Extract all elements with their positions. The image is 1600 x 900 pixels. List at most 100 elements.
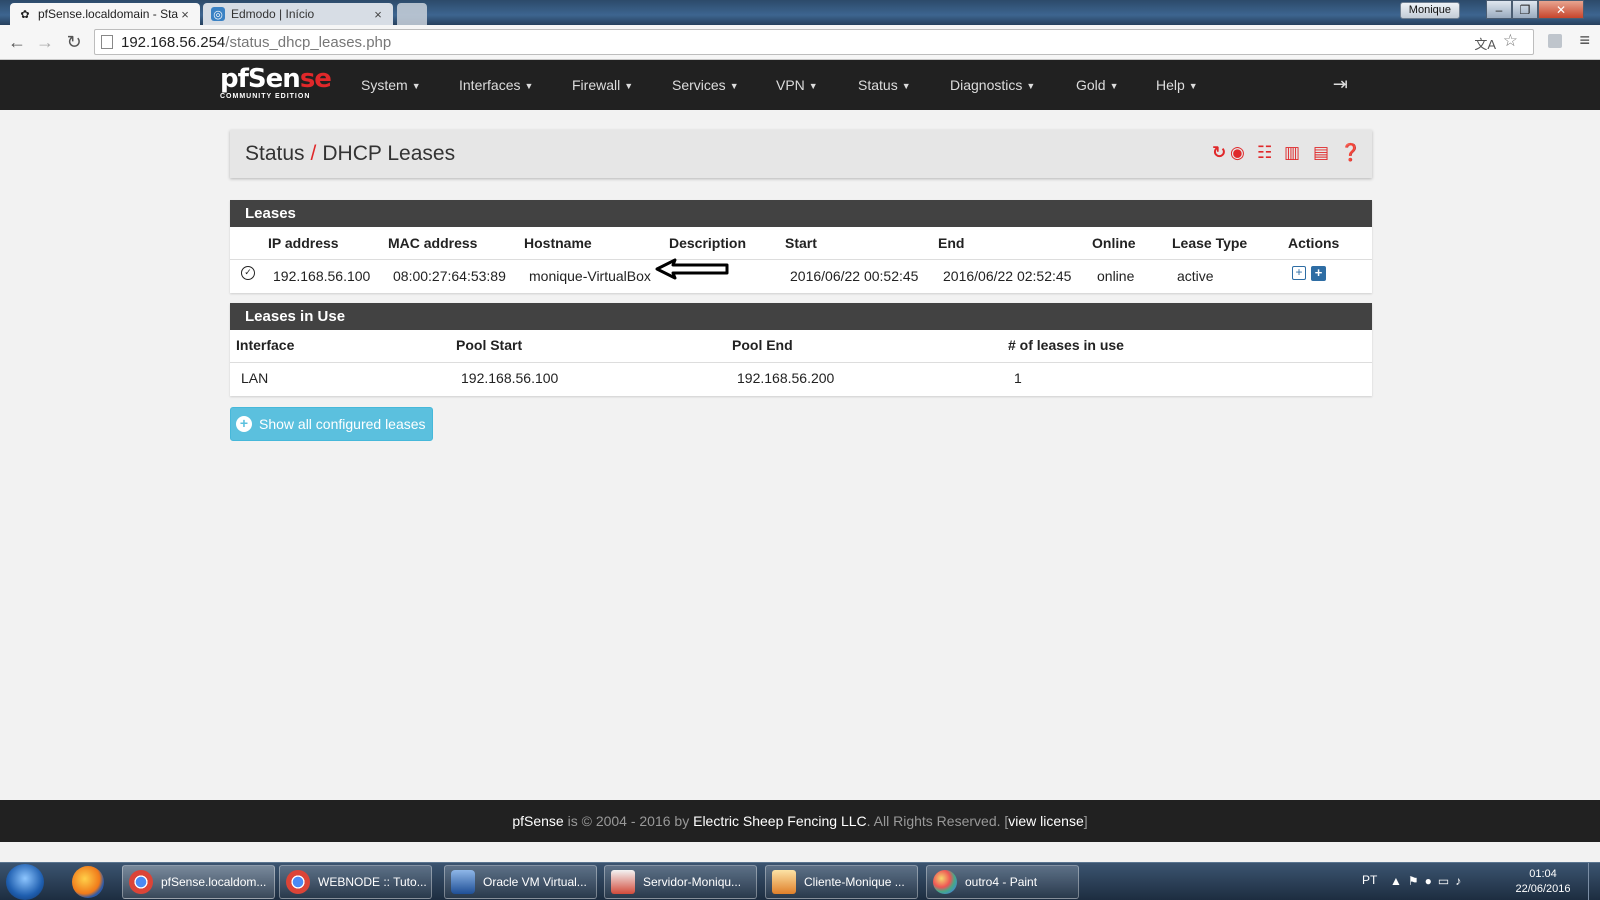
clock-date: 22/06/2016 <box>1515 883 1571 895</box>
chrome-icon <box>286 870 310 894</box>
menu-services[interactable]: Services ▼ <box>672 60 739 110</box>
volume-icon[interactable]: ♪ <box>1455 874 1467 888</box>
column-header-start[interactable]: Start <box>785 235 817 251</box>
column-header-description[interactable]: Description <box>669 235 746 251</box>
tray-expand-icon[interactable]: ▲ <box>1390 874 1408 888</box>
language-indicator[interactable]: PT <box>1362 873 1377 887</box>
column-header-lease-type[interactable]: Lease Type <box>1172 235 1247 251</box>
task-label: Servidor-Moniqu... <box>643 875 742 889</box>
browser-title-bar: ✿ pfSense.localdomain - Sta × ◎ Edmodo |… <box>0 0 1600 25</box>
task-paint[interactable]: outro4 - Paint <box>926 865 1079 899</box>
lease-hostname: monique-VirtualBox <box>529 268 651 284</box>
log-list-icon[interactable]: ▤ <box>1313 143 1329 163</box>
logout-icon[interactable]: ⇥ <box>1333 74 1348 95</box>
show-desktop-button[interactable] <box>1588 863 1600 900</box>
column-header-pool-start: Pool Start <box>456 337 523 353</box>
browser-tab-pfsense[interactable]: ✿ pfSense.localdomain - Sta × <box>10 3 200 25</box>
lease-mac: 08:00:27:64:53:89 <box>393 268 506 284</box>
column-header-mac[interactable]: MAC address <box>388 235 477 251</box>
close-window-icon[interactable]: ✕ <box>1538 0 1584 19</box>
show-all-leases-button[interactable]: + Show all configured leases <box>230 407 433 441</box>
window-user-badge[interactable]: Monique <box>1399 2 1460 19</box>
row-divider <box>230 259 1372 260</box>
task-webnode-chrome[interactable]: WEBNODE :: Tuto... <box>279 865 432 899</box>
paint-palette-icon <box>933 870 957 894</box>
maximize-icon[interactable]: ❐ <box>1512 0 1538 19</box>
menu-help[interactable]: Help ▼ <box>1156 60 1198 110</box>
network-icon[interactable]: ▭ <box>1438 874 1455 888</box>
pfsense-logo[interactable]: pfSense COMMUNITY EDITION <box>220 64 332 100</box>
browser-menu-icon[interactable]: ≡ <box>1579 30 1590 51</box>
tab-title: pfSense.localdomain - Sta <box>38 7 178 21</box>
minimize-icon[interactable]: – <box>1486 0 1512 19</box>
settings-sliders-icon[interactable]: ☷ <box>1257 143 1272 163</box>
column-header-hostname[interactable]: Hostname <box>524 235 592 251</box>
page-header: Status / DHCP Leases ↻ ◉ ☷ ▥ ▤ ❓ <box>230 130 1372 178</box>
logo-text-a: pfS <box>220 64 267 94</box>
menu-firewall[interactable]: Firewall ▼ <box>572 60 633 110</box>
footer-text: ] <box>1083 813 1088 829</box>
virtualbox-icon <box>451 870 475 894</box>
tray-app-icon[interactable]: ● <box>1425 874 1438 888</box>
menu-vpn[interactable]: VPN ▼ <box>776 60 818 110</box>
footer-company-link[interactable]: Electric Sheep Fencing LLC <box>693 813 867 829</box>
caret-down-icon: ▼ <box>524 81 534 91</box>
task-virtualbox[interactable]: Oracle VM Virtual... <box>444 865 597 899</box>
bookmark-star-icon[interactable]: ☆ <box>1503 31 1518 51</box>
column-header-actions: Actions <box>1288 235 1340 251</box>
column-header-online[interactable]: Online <box>1092 235 1136 251</box>
firefox-icon[interactable] <box>72 866 104 898</box>
lease-ip: 192.168.56.100 <box>273 268 371 284</box>
breadcrumb-current: DHCP Leases <box>322 142 456 165</box>
add-static-mapping-icon[interactable]: + <box>1292 266 1306 280</box>
task-label: Oracle VM Virtual... <box>483 875 587 889</box>
annotation-arrow-icon <box>655 258 729 280</box>
breadcrumb: Status / DHCP Leases <box>245 142 455 166</box>
view-license-link[interactable]: view license <box>1008 813 1083 829</box>
leases-panel: Leases IP address MAC address Hostname D… <box>230 200 1372 293</box>
menu-gold[interactable]: Gold ▼ <box>1076 60 1119 110</box>
caret-down-icon: ▼ <box>1109 81 1119 91</box>
panel-title: Leases <box>230 200 1372 227</box>
reload-service-icon[interactable]: ↻ <box>1212 143 1226 163</box>
translate-icon[interactable]: 文A <box>1474 34 1496 53</box>
menu-system[interactable]: System ▼ <box>361 60 421 110</box>
tab-close-icon[interactable]: × <box>371 7 385 22</box>
column-header-ip[interactable]: IP address <box>268 235 339 251</box>
new-tab-button[interactable] <box>397 3 427 25</box>
bar-chart-icon[interactable]: ▥ <box>1284 143 1300 163</box>
breadcrumb-parent[interactable]: Status <box>245 142 305 165</box>
caret-down-icon: ▼ <box>624 81 634 91</box>
task-cliente-vm[interactable]: Cliente-Monique ... <box>765 865 918 899</box>
pool-interface: LAN <box>241 370 269 386</box>
logo-subtitle: COMMUNITY EDITION <box>220 93 311 100</box>
help-question-icon[interactable]: ❓ <box>1340 143 1361 163</box>
back-arrow-icon[interactable]: ← <box>6 31 28 53</box>
menu-interfaces[interactable]: Interfaces ▼ <box>459 60 533 110</box>
stop-service-icon[interactable]: ◉ <box>1230 143 1245 163</box>
pfsense-favicon-icon: ✿ <box>20 8 30 21</box>
add-wol-mapping-icon[interactable]: + <box>1311 266 1326 281</box>
action-center-flag-icon[interactable]: ⚑ <box>1408 874 1425 888</box>
tray-icons[interactable]: ▲⚑●▭♪ <box>1390 874 1467 888</box>
pool-count: 1 <box>1014 370 1022 386</box>
logo-text-c: se <box>299 64 332 94</box>
column-header-end[interactable]: End <box>938 235 964 251</box>
address-bar[interactable]: 192.168.56.254/status_dhcp_leases.php <box>94 29 1534 55</box>
start-button-icon[interactable] <box>6 864 44 900</box>
menu-diagnostics[interactable]: Diagnostics ▼ <box>950 60 1035 110</box>
pool-end: 192.168.56.200 <box>737 370 835 386</box>
tab-close-icon[interactable]: × <box>178 7 192 22</box>
extension-icon[interactable] <box>1548 34 1562 48</box>
system-clock[interactable]: 01:04 22/06/2016 <box>1508 867 1578 897</box>
forward-arrow-icon[interactable]: → <box>34 31 56 53</box>
breadcrumb-separator: / <box>310 142 317 165</box>
column-header-interface: Interface <box>236 337 295 353</box>
menu-status[interactable]: Status ▼ <box>858 60 911 110</box>
task-pfsense-chrome[interactable]: pfSense.localdom... <box>122 865 275 899</box>
pfsense-navbar: pfSense COMMUNITY EDITION System ▼ Interf… <box>0 60 1600 110</box>
reload-icon[interactable]: ↻ <box>63 31 85 53</box>
browser-tab-edmodo[interactable]: ◎ Edmodo | Início × <box>203 3 393 25</box>
task-servidor-vm[interactable]: Servidor-Moniqu... <box>604 865 757 899</box>
active-check-icon: ✓ <box>241 266 255 280</box>
